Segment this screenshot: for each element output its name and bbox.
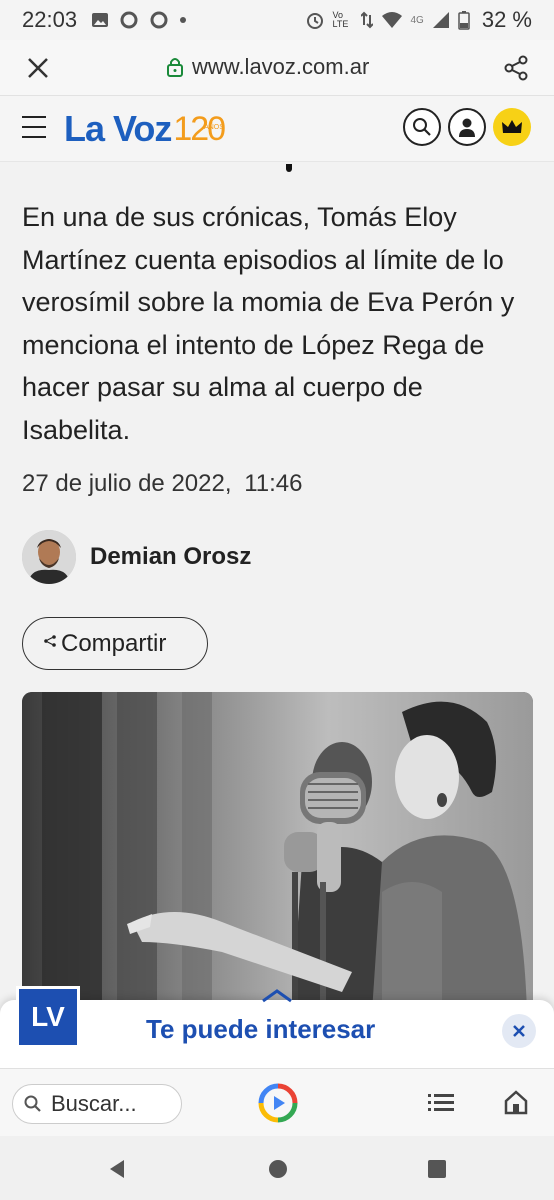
share-small-icon [43, 634, 57, 653]
premium-button[interactable] [493, 108, 531, 146]
crown-icon [502, 120, 522, 133]
close-icon [513, 1025, 525, 1037]
article-lead: En una de sus crónicas, Tomás Eloy Martí… [22, 202, 515, 445]
url-display[interactable]: www.lavoz.com.ar [166, 54, 369, 80]
user-icon [459, 118, 475, 137]
share-button[interactable]: Compartir [22, 617, 208, 670]
recents-icon[interactable] [426, 1158, 448, 1180]
lock-icon [167, 58, 183, 77]
share-icon[interactable] [502, 54, 530, 82]
share-label: Compartir [61, 629, 167, 657]
data-arrows-icon [360, 11, 373, 29]
list-menu-icon[interactable] [428, 1091, 454, 1113]
search-placeholder: Buscar... [51, 1091, 137, 1116]
close-icon[interactable] [24, 54, 52, 82]
search-icon [24, 1095, 41, 1112]
circle-notification-icon-2 [150, 11, 168, 29]
home-icon[interactable] [503, 1089, 529, 1115]
google-discover-icon[interactable] [258, 1083, 298, 1123]
suggestion-bar[interactable]: LV Te puede interesar [0, 986, 554, 1068]
network-type: 4G [410, 14, 424, 26]
avatar [22, 530, 76, 584]
search-icon [413, 118, 431, 136]
signal-icon [432, 12, 449, 28]
home-button-icon[interactable] [267, 1158, 289, 1180]
volte-label: Vo LTE [332, 10, 349, 29]
site-logo[interactable]: La Voz 120 AÑOS [64, 106, 244, 152]
battery-percent: 32 % [481, 7, 532, 32]
article-date: 27 de julio de 2022, 11:46 [22, 470, 302, 498]
back-icon[interactable] [106, 1158, 128, 1180]
site-header: La Voz 120 AÑOS [0, 96, 554, 162]
account-button[interactable] [448, 108, 486, 146]
browser-url-bar: www.lavoz.com.ar [0, 40, 554, 96]
author-name: Demian Orosz [90, 543, 252, 570]
article-time-text: 11:46 [244, 470, 303, 497]
search-button[interactable] [403, 108, 441, 146]
hamburger-menu-icon[interactable] [22, 116, 46, 138]
article-photo[interactable] [22, 692, 533, 1012]
chevron-up-icon[interactable] [259, 986, 295, 1004]
url-text: www.lavoz.com.ar [192, 54, 370, 79]
battery-icon [458, 11, 470, 30]
article-date-text: 27 de julio de 2022, [22, 470, 232, 497]
author-block[interactable]: Demian Orosz [22, 530, 251, 584]
google-search-bar: Buscar... [0, 1068, 554, 1136]
clock: 22:03 [22, 7, 78, 32]
cut-off-title-fragment [286, 164, 292, 172]
circle-notification-icon [120, 11, 138, 29]
search-input[interactable]: Buscar... [12, 1084, 182, 1124]
dot-icon [180, 17, 187, 23]
site-badge: LV [16, 986, 80, 1048]
system-nav-bar [0, 1136, 554, 1200]
alarm-icon [306, 13, 323, 29]
wifi-icon [381, 12, 402, 28]
status-bar: 22:03 Vo LTE 4G 32 % [0, 0, 554, 40]
suggestion-title[interactable]: Te puede interesar [146, 1014, 375, 1045]
close-suggestion-button[interactable] [502, 1014, 536, 1048]
gallery-icon [92, 13, 109, 27]
